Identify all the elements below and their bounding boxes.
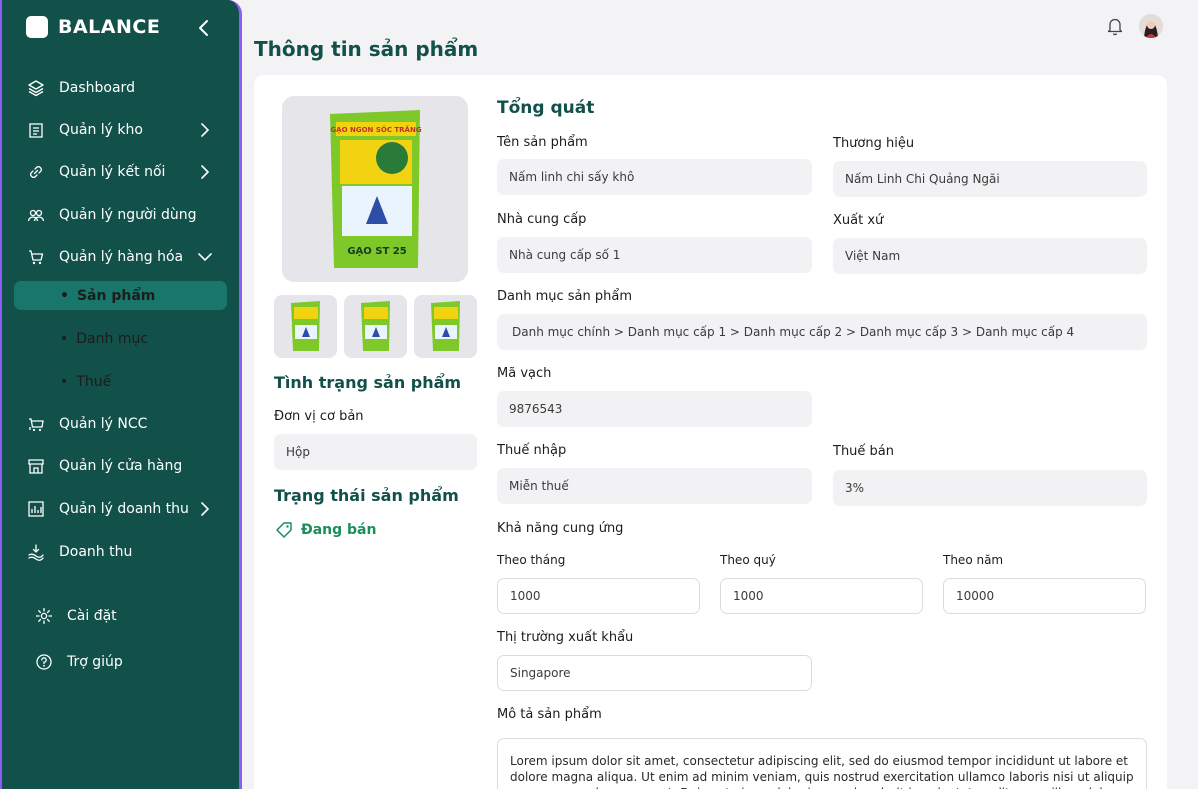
chart-icon xyxy=(26,499,46,519)
monthly-field[interactable]: 1000 xyxy=(497,578,700,614)
product-thumbnail[interactable] xyxy=(274,295,337,358)
sidebar-item-label: Doanh thu xyxy=(59,544,133,560)
gear-icon xyxy=(34,606,54,626)
bag-top-text: GẠO NGON SÓC TRĂNG xyxy=(330,125,421,134)
sidebar-item-goods[interactable]: Quản lý hàng hóa xyxy=(14,242,227,272)
brand-logo xyxy=(26,16,48,38)
layers-icon xyxy=(26,78,46,98)
sidebar-item-label: Quản lý cửa hàng xyxy=(59,458,183,474)
sidebar-item-label: Quản lý NCC xyxy=(59,416,148,432)
brand[interactable]: BALANCE xyxy=(26,16,160,38)
subitem-label: Sản phẩm xyxy=(76,287,156,304)
sidebar-subitem-tax[interactable]: • Thuế xyxy=(14,367,227,396)
supplier-field[interactable]: Nhà cung cấp số 1 xyxy=(497,237,812,273)
quarterly-label: Theo quý xyxy=(720,553,776,567)
yearly-field[interactable]: 10000 xyxy=(943,578,1146,614)
page-title: Thông tin sản phẩm xyxy=(254,37,479,61)
tag-icon xyxy=(276,522,292,538)
import-tax-label: Thuế nhập xyxy=(497,443,567,458)
brand-field[interactable]: Nấm Linh Chi Quảng Ngãi xyxy=(833,161,1147,197)
bag-brand-text: GẠO ST 25 xyxy=(347,246,406,257)
category-label: Danh mục sản phẩm xyxy=(497,289,633,304)
help-icon xyxy=(34,652,54,672)
avatar[interactable] xyxy=(1139,14,1163,38)
export-label: Thị trường xuất khẩu xyxy=(497,630,634,645)
sidebar-item-label: Dashboard xyxy=(59,80,135,96)
product-name-field[interactable]: Nấm linh chi sấy khô xyxy=(497,159,812,195)
product-thumbnail[interactable] xyxy=(344,295,407,358)
store-icon xyxy=(26,456,46,476)
users-icon xyxy=(26,205,46,225)
sidebar-item-revenue-mgmt[interactable]: Quản lý doanh thu xyxy=(14,494,227,524)
subitem-label: Thuế xyxy=(76,373,112,390)
sale-tax-field[interactable]: 3% xyxy=(833,470,1147,506)
product-main-image[interactable]: GẠO NGON SÓC TRĂNG GẠO ST 25 xyxy=(282,96,468,282)
sidebar-item-dashboard[interactable]: Dashboard xyxy=(14,73,227,103)
collapse-sidebar-icon[interactable] xyxy=(194,16,214,40)
origin-field[interactable]: Việt Nam xyxy=(833,238,1147,274)
export-field[interactable]: Singapore xyxy=(497,655,812,691)
bullet: • xyxy=(60,287,69,304)
brand-label: Thương hiệu xyxy=(833,136,915,151)
sidebar-item-label: Quản lý người dùng xyxy=(59,207,197,223)
origin-label: Xuất xứ xyxy=(833,213,884,228)
sidebar-item-stores[interactable]: Quản lý cửa hàng xyxy=(14,451,227,481)
barcode-label: Mã vạch xyxy=(497,366,552,381)
sidebar-item-label: Quản lý kết nối xyxy=(59,164,166,180)
chevron-right-icon xyxy=(201,123,210,137)
sidebar-item-label: Quản lý hàng hóa xyxy=(59,249,184,265)
description-field[interactable]: Lorem ipsum dolor sit amet, consectetur … xyxy=(497,738,1147,789)
status-title: Tình trạng sản phẩm xyxy=(274,373,462,392)
bell-icon[interactable] xyxy=(1106,16,1124,36)
unit-label: Đơn vị cơ bản xyxy=(274,409,364,424)
chevron-right-icon xyxy=(201,502,210,516)
supplier-icon xyxy=(26,414,46,434)
sidebar-subitem-categories[interactable]: • Danh mục xyxy=(14,324,227,353)
status-text: Đang bán xyxy=(301,522,377,538)
unit-field[interactable]: Hộp xyxy=(274,434,477,470)
sidebar-item-label: Cài đặt xyxy=(67,608,117,624)
sidebar-item-label: Quản lý doanh thu xyxy=(59,501,189,517)
sidebar-item-users[interactable]: Quản lý người dùng xyxy=(14,200,227,230)
sidebar-item-label: Trợ giúp xyxy=(67,654,123,670)
supplier-label: Nhà cung cấp xyxy=(497,212,587,227)
sidebar-item-help[interactable]: Trợ giúp xyxy=(22,647,235,677)
bullet: • xyxy=(60,330,69,347)
sidebar-subitem-products[interactable]: • Sản phẩm xyxy=(14,281,227,310)
chevron-down-icon xyxy=(198,253,212,262)
supply-label: Khả năng cung ứng xyxy=(497,521,624,536)
description-label: Mô tả sản phẩm xyxy=(497,707,602,722)
chevron-right-icon xyxy=(201,165,210,179)
quarterly-field[interactable]: 1000 xyxy=(720,578,923,614)
status-badge: Đang bán xyxy=(275,521,376,539)
monthly-label: Theo tháng xyxy=(497,553,566,567)
import-tax-field[interactable]: Miễn thuế xyxy=(497,468,812,504)
sidebar-item-warehouse[interactable]: Quản lý kho xyxy=(14,115,227,145)
money-icon xyxy=(26,542,46,562)
category-field[interactable]: Danh mục chính > Danh mục cấp 1 > Danh m… xyxy=(497,314,1147,350)
sidebar-item-label: Quản lý kho xyxy=(59,122,143,138)
state-title: Trạng thái sản phẩm xyxy=(274,486,459,505)
warehouse-icon xyxy=(26,120,46,140)
bullet: • xyxy=(60,373,69,390)
sidebar-item-settings[interactable]: Cài đặt xyxy=(22,601,235,631)
subitem-label: Danh mục xyxy=(76,330,149,347)
sidebar-item-connection[interactable]: Quản lý kết nối xyxy=(14,157,227,187)
link-icon xyxy=(26,162,46,182)
product-thumbnail[interactable] xyxy=(414,295,477,358)
sale-tax-label: Thuế bán xyxy=(833,444,895,459)
cart-icon xyxy=(26,247,46,267)
brand-name: BALANCE xyxy=(58,16,161,38)
general-title: Tổng quát xyxy=(497,98,595,118)
sidebar-item-revenue[interactable]: Doanh thu xyxy=(14,537,227,567)
barcode-field[interactable]: 9876543 xyxy=(497,391,812,427)
product-name-label: Tên sản phẩm xyxy=(497,135,588,150)
sidebar-item-suppliers[interactable]: Quản lý NCC xyxy=(14,409,227,439)
yearly-label: Theo năm xyxy=(943,553,1004,567)
